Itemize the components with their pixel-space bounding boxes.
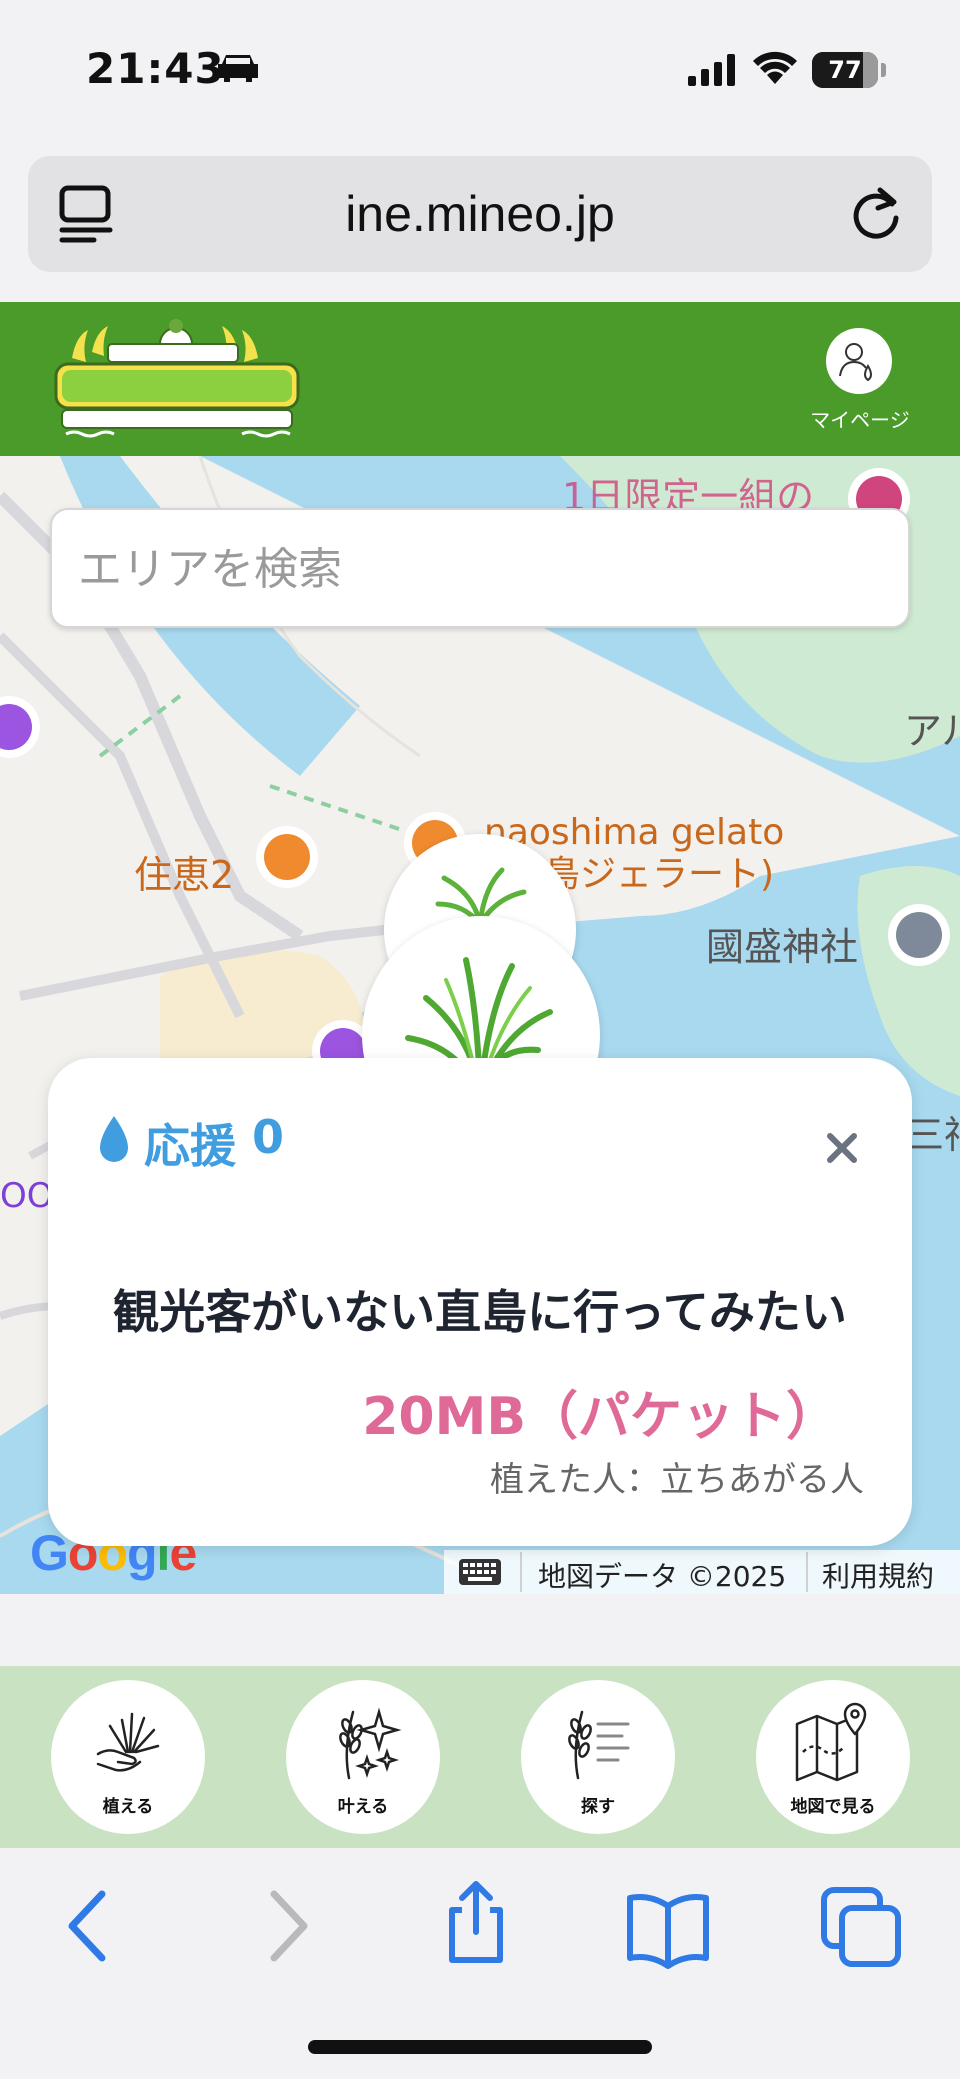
status-bar: 21:43 77	[0, 0, 960, 140]
close-icon[interactable]	[818, 1124, 866, 1172]
nav-plant-button[interactable]: 植える	[51, 1680, 205, 1834]
url-text[interactable]: ine.mineo.jp	[200, 180, 760, 248]
rice-sparkle-icon	[339, 1707, 402, 1780]
footer-separator	[520, 1552, 522, 1592]
area-search-box[interactable]	[50, 508, 910, 628]
status-time: 21:43	[86, 44, 225, 93]
area-search-input[interactable]	[78, 534, 878, 604]
support-label[interactable]: 応援	[144, 1110, 236, 1176]
map-pin-cafe[interactable]	[256, 826, 318, 888]
bookmarks-icon[interactable]	[626, 1886, 710, 1970]
battery-cap	[881, 63, 886, 77]
wish-title: 観光客がいない直島に行ってみたい	[113, 1285, 847, 1339]
map-data-attribution: 地図データ ©2025	[538, 1560, 787, 1593]
mypage-avatar-icon[interactable]	[826, 328, 892, 394]
forward-icon[interactable]	[246, 1884, 330, 1968]
support-count: 0	[252, 1110, 285, 1164]
tabs-icon[interactable]	[820, 1886, 904, 1970]
battery-icon: 77	[812, 52, 878, 88]
home-indicator	[308, 2040, 652, 2054]
nav-plant-label: 植える	[102, 1797, 154, 1817]
back-icon[interactable]	[44, 1884, 128, 1968]
car-icon	[218, 55, 258, 82]
battery-percent: 77	[828, 56, 862, 84]
cellular-signal-icon	[688, 54, 735, 86]
planter-name: 植えた人：立ちあがる人	[490, 1460, 864, 1500]
nav-search-button[interactable]: 探す	[521, 1680, 675, 1834]
keyboard-shortcuts-icon[interactable]	[458, 1558, 502, 1586]
water-drop-icon	[100, 1116, 128, 1162]
tab-overview-icon[interactable]	[58, 182, 118, 246]
plant-hand-icon	[96, 1712, 160, 1772]
nav-search-label: 探す	[581, 1797, 615, 1817]
map-terms-link[interactable]: 利用規約	[822, 1555, 934, 1595]
reward-amount: 20MB（パケット）	[362, 1387, 838, 1447]
footer-separator	[806, 1552, 808, 1592]
map-pin-icon	[795, 1702, 867, 1782]
rice-list-icon	[568, 1710, 630, 1780]
reload-icon[interactable]	[846, 182, 906, 246]
map-label-shin: 三神	[906, 1113, 960, 1157]
nav-grant-label: 叶える	[337, 1797, 389, 1817]
nav-map-label: 地図で見る	[790, 1797, 876, 1817]
map-label-a: アル	[904, 709, 960, 753]
map-label-oo: OO	[0, 1176, 54, 1216]
share-icon[interactable]	[434, 1880, 518, 1964]
nav-grant-button[interactable]: 叶える	[286, 1680, 440, 1834]
negaiinaho-logo[interactable]	[52, 318, 302, 440]
mypage-label[interactable]: マイページ	[790, 404, 930, 433]
map-pin-shrine[interactable]	[888, 904, 950, 966]
map-label-kokusei: 國盛神社	[706, 925, 859, 969]
nav-map-button[interactable]: 地図で見る	[756, 1680, 910, 1834]
wifi-icon	[753, 51, 797, 84]
map-label-sumie: 住恵2	[134, 853, 235, 897]
